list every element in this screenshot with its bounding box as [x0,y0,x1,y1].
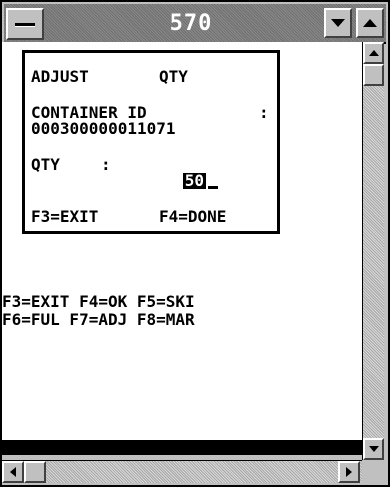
container-id-colon: : [259,103,269,122]
text-cursor [208,186,219,189]
dialog-f4-done[interactable]: F4=DONE [159,209,226,225]
qty-field[interactable]: 50 [125,157,219,205]
maximize-button[interactable] [356,8,384,38]
container-id-value: 000300000011071 [31,119,176,138]
qty-label: QTY [31,155,60,174]
arrow-up-icon [368,50,379,56]
arrow-right-icon [346,467,352,477]
qty-input[interactable]: 50 [182,173,207,189]
minimize-icon [331,19,345,27]
maximize-icon [363,19,377,27]
vertical-scroll-thumb[interactable] [363,64,384,86]
arrow-down-icon [368,446,379,452]
function-keys-row-2: F6=FUL F7=ADJ F8=MAR [2,310,195,329]
minimize-button[interactable] [324,8,352,38]
function-keys-row-1: F3=EXIT F4=OK F5=SKI [2,292,195,311]
dialog-f3-exit[interactable]: F3=EXIT [31,209,98,225]
dialog-heading-qty: QTY [159,67,188,86]
horizontal-scrollbar[interactable] [2,460,384,483]
qty-colon: : [101,155,111,174]
title-bar[interactable]: 570 [4,4,386,44]
arrow-left-icon [10,467,16,477]
scrollbar-corner [362,460,384,483]
terminal-screen[interactable]: ADJUST QTY CONTAINER ID : 00030000001107… [2,42,362,444]
scroll-down-button[interactable] [363,438,384,460]
vertical-scrollbar[interactable] [362,42,384,460]
scroll-left-button[interactable] [2,461,24,483]
adjust-qty-dialog: ADJUST QTY CONTAINER ID : 00030000001107… [22,50,280,234]
system-menu-icon [15,22,35,26]
system-menu-button[interactable] [6,8,44,40]
horizontal-scroll-thumb[interactable] [24,461,46,483]
scroll-right-button[interactable] [338,461,360,483]
status-bar [2,440,362,455]
scroll-up-button[interactable] [363,42,384,64]
dialog-heading-adjust: ADJUST [31,67,89,86]
window-title: 570 [169,11,213,36]
